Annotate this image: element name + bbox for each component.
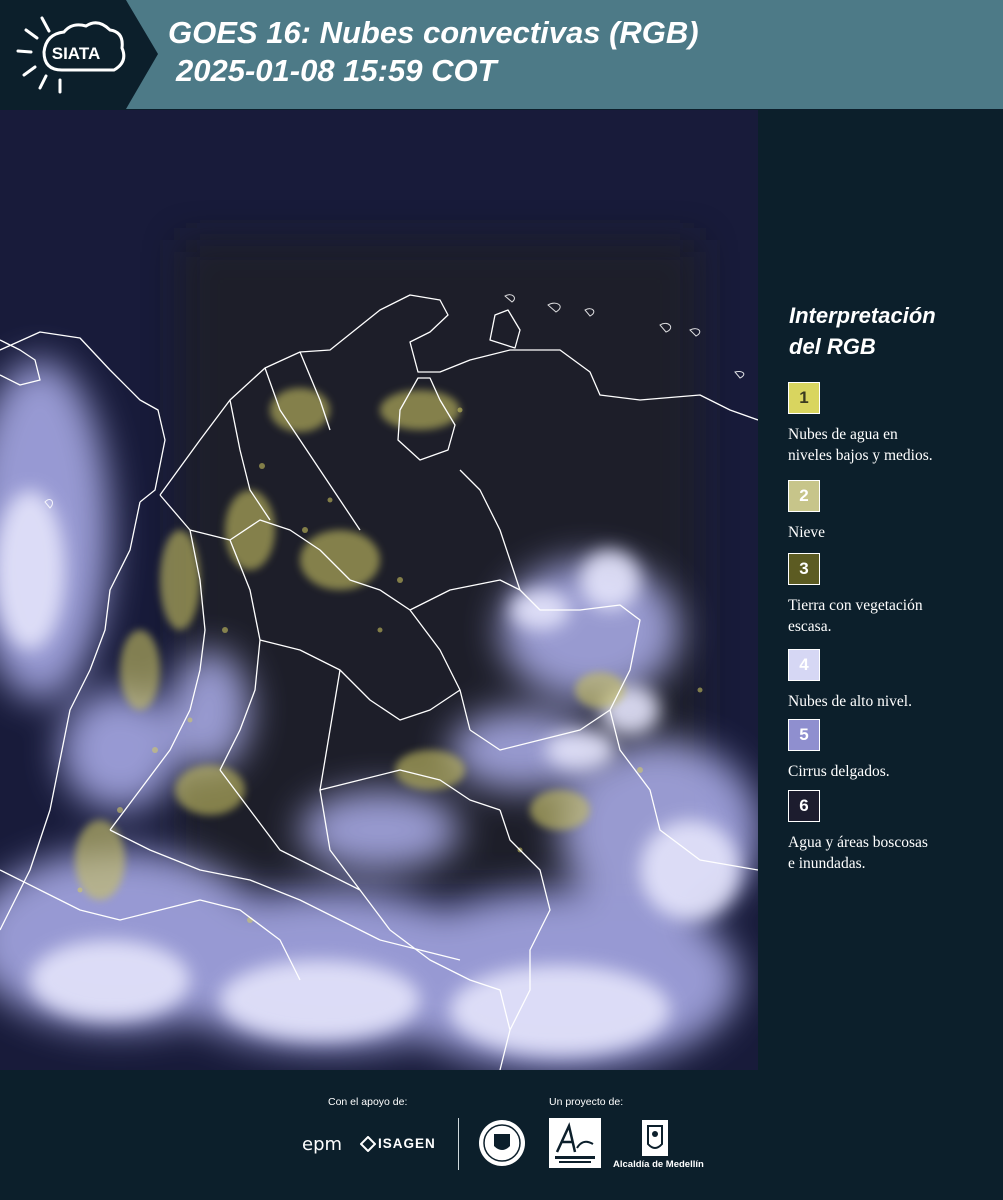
project-label: Un proyecto de:: [549, 1096, 624, 1108]
footer-divider: [458, 1118, 459, 1170]
legend-desc-4: Nubes de alto nivel.: [788, 691, 998, 712]
legend-desc-3-line1: Tierra con vegetación: [788, 597, 923, 614]
legend-desc-2-line1: Nieve: [788, 524, 826, 541]
legend-desc-6-line2: e inundadas.: [788, 855, 866, 872]
satellite-map[interactable]: [0, 110, 758, 1070]
legend-swatch-5: 5: [788, 719, 820, 751]
rgb-legend: Interpretación del RGB 1 Nubes de agua e…: [760, 110, 1003, 1070]
siata-logo: SIATA: [0, 0, 158, 109]
legend-item-2: 2 Nieve: [788, 480, 998, 543]
legend-desc-1-line1: Nubes de agua en: [788, 426, 898, 443]
title-product: GOES 16: Nubes convectivas (RGB): [168, 15, 699, 50]
legend-desc-2: Nieve: [788, 522, 998, 543]
legend-title: Interpretación del RGB: [789, 300, 989, 362]
legend-desc-6: Agua y áreas boscosas e inundadas.: [788, 832, 998, 874]
legend-desc-5: Cirrus delgados.: [788, 761, 998, 782]
legend-desc-4-line1: Nubes de alto nivel.: [788, 693, 912, 710]
legend-swatch-4: 4: [788, 649, 820, 681]
isagen-logo: ISAGEN: [378, 1136, 436, 1151]
siata-logo-text: SIATA: [51, 44, 101, 63]
legend-swatch-1: 1: [788, 382, 820, 414]
legend-item-4: 4 Nubes de alto nivel.: [788, 649, 998, 712]
legend-swatch-2: 2: [788, 480, 820, 512]
header-bar: SIATA GOES 16: Nubes convectivas (RGB) 2…: [0, 0, 1003, 109]
legend-desc-3: Tierra con vegetación escasa.: [788, 595, 998, 637]
legend-item-1: 1 Nubes de agua en niveles bajos y medio…: [788, 382, 998, 466]
legend-swatch-3: 3: [788, 553, 820, 585]
legend-title-line2: del RGB: [789, 334, 876, 359]
alcaldia-label: Alcaldía de Medellín: [613, 1159, 704, 1170]
legend-desc-6-line1: Agua y áreas boscosas: [788, 834, 928, 851]
title-timestamp: 2025-01-08 15:59 COT: [176, 53, 497, 88]
legend-desc-3-line2: escasa.: [788, 618, 832, 635]
legend-desc-1-line2: niveles bajos y medios.: [788, 447, 933, 464]
legend-swatch-6: 6: [788, 790, 820, 822]
area-metropolitana-logo-icon: [549, 1118, 601, 1168]
legend-title-line1: Interpretación: [789, 303, 936, 328]
legend-item-3: 3 Tierra con vegetación escasa.: [788, 553, 998, 637]
legend-item-5: 5 Cirrus delgados.: [788, 719, 998, 782]
legend-desc-5-line1: Cirrus delgados.: [788, 763, 890, 780]
isagen-mark-icon: [360, 1136, 376, 1152]
legend-desc-1: Nubes de agua en niveles bajos y medios.: [788, 424, 998, 466]
epm-logo: epm: [302, 1134, 343, 1155]
footer: Con el apoyo de: Un proyecto de: epm ISA…: [0, 1070, 1003, 1200]
legend-item-6: 6 Agua y áreas boscosas e inundadas.: [788, 790, 998, 874]
medellin-seal-icon: [479, 1120, 525, 1166]
support-label: Con el apoyo de:: [328, 1096, 408, 1108]
alcaldia-coat-of-arms-icon: [642, 1120, 668, 1156]
page-title: GOES 16: Nubes convectivas (RGB) 2025-01…: [168, 14, 699, 90]
